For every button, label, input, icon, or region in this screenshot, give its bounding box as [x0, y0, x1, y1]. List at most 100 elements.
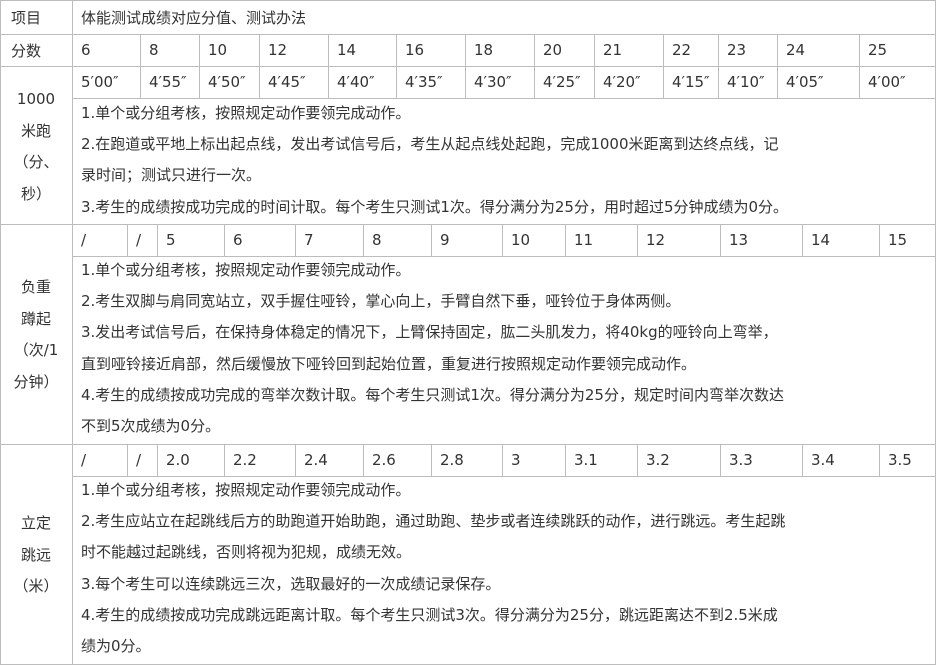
value-cell: 11 [574, 231, 594, 249]
rule-line: 不到5次成绩为0分。 [81, 417, 221, 435]
rule-line: 4.考生的成绩按成功完成跳远距离计取。每个考生只测试3次。得分满分为25分，跳远… [81, 606, 778, 624]
value-cell: 2.6 [372, 451, 396, 469]
value-cell: 4′45″ [268, 73, 306, 91]
table-border-v [534, 66, 535, 99]
value-cell: 4′15″ [672, 73, 710, 91]
value-cell: 3.3 [729, 451, 753, 469]
value-cell: / [136, 451, 142, 469]
value-cell: 2.8 [440, 451, 464, 469]
value-cell: 4′00″ [868, 73, 906, 91]
rule-line: 直到哑铃接近肩部，然后缓慢放下哑铃回到起始位置，重复进行按照规定动作要领完成动作… [81, 355, 697, 373]
table-border-v [157, 444, 158, 477]
table-border-v [777, 34, 778, 67]
table-border-v [637, 444, 638, 477]
item-header-label: 项目 [11, 9, 42, 27]
table-border-v [396, 66, 397, 99]
table-border-h [72, 476, 936, 477]
value-cell: 3.4 [811, 451, 835, 469]
score-cell: 25 [868, 41, 888, 59]
value-cell: 4′10″ [727, 73, 765, 91]
value-cell: 4′30″ [474, 73, 512, 91]
table-border-h [72, 98, 936, 99]
value-cell: 4′40″ [337, 73, 375, 91]
score-cell: 21 [603, 41, 623, 59]
value-cell: 6 [233, 231, 243, 249]
value-cell: 14 [811, 231, 831, 249]
table-border-v [363, 444, 364, 477]
table-border-v [259, 66, 260, 99]
table-border-v [199, 34, 200, 67]
table-border-v [502, 224, 503, 257]
score-header-label: 分数 [11, 42, 42, 60]
value-cell: 4′55″ [149, 73, 187, 91]
score-cell: 24 [786, 41, 806, 59]
score-cell: 18 [474, 41, 494, 59]
table-border-h [0, 0, 936, 1]
rule-line: 2.在跑道或平地上标出起点线，发出考试信号后，考生从起点线处起跑，完成1000米… [81, 135, 779, 153]
table-border-v [295, 224, 296, 257]
table-border-v [259, 34, 260, 67]
fitness-test-table: 项目 分数 体能测试成绩对应分值、测试办法 6 8 10 12 14 16 18 20 21 22… [0, 0, 936, 665]
value-cell: 3 [511, 451, 521, 469]
value-cell: 3.5 [888, 451, 912, 469]
value-cell: 4′20″ [603, 73, 641, 91]
table-border-v [720, 224, 721, 257]
item-name-line: 1000 [16, 90, 56, 108]
rule-line: 2.考生应站立在起跳线后方的助跑道开始助跑，通过助跑、垫步或者连续跳跃的动作，进… [81, 512, 786, 530]
rule-line: 3.每个考生可以连续跳远三次，选取最好的一次成绩记录保存。 [81, 575, 501, 593]
table-border-v [594, 34, 595, 67]
table-border-v [224, 444, 225, 477]
value-cell: 7 [304, 231, 314, 249]
table-border-v [637, 224, 638, 257]
table-border-v [718, 34, 719, 67]
table-border-v [663, 34, 664, 67]
table-border-v [295, 444, 296, 477]
value-cell: 3.1 [574, 451, 598, 469]
table-border-h [0, 224, 936, 225]
table-border-v [127, 444, 128, 477]
value-cell: 5 [166, 231, 176, 249]
value-cell: 3.2 [646, 451, 670, 469]
item-name-line: 米跑 [20, 122, 51, 140]
table-border-v [879, 444, 880, 477]
rule-line: 录时间；测试只进行一次。 [81, 166, 262, 184]
score-cell: 8 [149, 41, 159, 59]
rule-line: 时不能越过起跳线，否则将视为犯规，成绩无效。 [81, 543, 412, 561]
table-border-v [431, 444, 432, 477]
table-border-v [199, 66, 200, 99]
value-cell: 10 [511, 231, 531, 249]
table-border-v [879, 224, 880, 257]
score-cell: 16 [405, 41, 425, 59]
item-name-line: 负重 [20, 278, 51, 296]
item-name-line: 跳远 [20, 546, 51, 564]
value-cell: 4′25″ [543, 73, 581, 91]
score-cell: 12 [268, 41, 288, 59]
table-border-v [565, 444, 566, 477]
rule-line: 3.考生的成绩按成功完成的时间计取。每个考生只测试1次。得分满分为25分，用时超… [81, 198, 789, 216]
value-cell: 4′50″ [208, 73, 246, 91]
score-cell: 23 [727, 41, 747, 59]
item-name-line: 秒） [20, 185, 51, 203]
table-border-v [328, 34, 329, 67]
value-cell: 5′00″ [81, 73, 119, 91]
value-cell: 8 [372, 231, 382, 249]
score-cell: 14 [337, 41, 357, 59]
value-cell: 13 [729, 231, 749, 249]
table-border-v [140, 66, 141, 99]
table-border-v [465, 34, 466, 67]
item-name-line: 立定 [20, 514, 51, 532]
rule-line: 2.考生双脚与肩同宽站立，双手握住哑铃，掌心向上，手臂自然下垂，哑铃位于身体两侧… [81, 292, 681, 310]
value-cell: 12 [646, 231, 666, 249]
table-border-v [502, 444, 503, 477]
table-border-v [127, 224, 128, 257]
item-name-line: 分钟） [13, 373, 59, 391]
table-border-h [72, 256, 936, 257]
table-border-v [777, 66, 778, 99]
score-cell: 22 [672, 41, 692, 59]
value-cell: / [136, 231, 142, 249]
item-name-line: （次/1 [13, 341, 59, 359]
table-border-v [157, 224, 158, 257]
table-border-v [663, 66, 664, 99]
rule-line: 4.考生的成绩按成功完成的弯举次数计取。每个考生只测试1次。得分满分为25分，规… [81, 386, 784, 404]
value-cell: / [81, 231, 87, 249]
